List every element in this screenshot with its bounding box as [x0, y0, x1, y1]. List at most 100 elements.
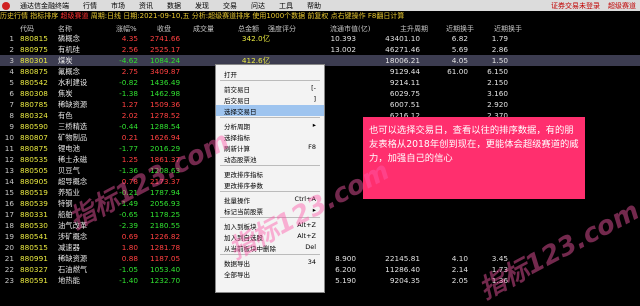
stock-name: 锂电池 [58, 144, 80, 153]
close-price: 3409.87 [150, 67, 181, 76]
row-index: 22 [4, 265, 14, 274]
row-index: 16 [4, 199, 14, 208]
turnover: 3.160 [487, 89, 508, 98]
float-cap: 6029.75 [389, 89, 420, 98]
change-percent: 0.88 [121, 254, 138, 263]
change-percent: -0.82 [119, 78, 138, 87]
stock-name: 煤炭 [58, 56, 73, 65]
menu-trade[interactable]: 交易 [216, 1, 244, 11]
stock-code: 880539 [20, 199, 48, 208]
login-status-link[interactable]: 证券交易未登录 [547, 1, 604, 11]
stock-code: 880815 [20, 34, 48, 43]
super-track-link[interactable]: 超级赛道 [604, 1, 640, 11]
menu-item-shortcut: 34 [307, 258, 316, 266]
stock-code: 880331 [20, 210, 48, 219]
turnover: 6.150 [487, 67, 508, 76]
close-price: 1053.40 [150, 265, 181, 274]
menu-ask[interactable]: 问达 [244, 1, 272, 11]
main-cycle: 6.82 [451, 34, 468, 43]
stock-name: 稀缺资源 [58, 254, 88, 263]
menu-help[interactable]: 帮助 [300, 1, 328, 11]
turnover: 1.50 [491, 56, 508, 65]
menu-item-label: 选择交易日 [224, 108, 257, 116]
menu-item-label: 更改排序指标 [224, 171, 263, 179]
table-header: 代码 名称 涨幅% 收盘 成交量 总金额 强度评分 流通市值(亿) 主升周期 近… [0, 22, 640, 33]
close-price: 1178.25 [150, 210, 181, 219]
row-index: 14 [4, 177, 14, 186]
change-percent: 2.02 [121, 111, 138, 120]
menu-separator [220, 165, 320, 166]
context-menu-item[interactable]: 选择指标 [216, 131, 324, 142]
row-index: 19 [4, 232, 14, 241]
stock-code: 880530 [20, 221, 48, 230]
menu-item-label: 后交易日 [224, 97, 250, 105]
menu-separator [220, 117, 320, 118]
menu-item-label: 打开 [224, 71, 237, 79]
turnover: 2.920 [487, 100, 508, 109]
row-index: 3 [9, 56, 14, 65]
float-cap: 9214.11 [389, 78, 420, 87]
table-row[interactable]: 2 880975 有机硅 2.56 2525.17 13.002 46271.46 5.69 2… [0, 44, 640, 55]
row-index: 1 [9, 34, 14, 43]
menu-item-shortcut: ▸ [312, 121, 316, 129]
menu-discover[interactable]: 发现 [188, 1, 216, 11]
row-index: 4 [9, 67, 14, 76]
menu-quotes[interactable]: 行情 [76, 1, 104, 11]
row-index: 2 [9, 45, 14, 54]
row-index: 11 [4, 144, 14, 153]
context-menu-item[interactable]: 选择交易日 [216, 105, 324, 116]
close-price: 1509.36 [150, 100, 181, 109]
row-index: 17 [4, 210, 14, 219]
main-cycle: 4.05 [451, 56, 468, 65]
main-cycle: 5.69 [451, 45, 468, 54]
table-row[interactable]: 1 880815 磷概念 4.35 2741.66 342.0亿 10.393 43401.1… [0, 33, 640, 44]
row-index: 20 [4, 243, 14, 252]
stock-code: 880591 [20, 276, 48, 285]
stock-name: 氟概念 [58, 67, 80, 76]
app-title: 通达信金融终端 [20, 1, 69, 10]
close-price: 2741.66 [150, 34, 181, 43]
menu-tools[interactable]: 工具 [272, 1, 300, 11]
menu-item-shortcut: F8 [308, 143, 316, 151]
float-cap: 11286.40 [385, 265, 420, 274]
context-menu: 打开 前交易日 [- 后交易日] 选择交易日 分析周期 ▸ 选择指标 刷新计算 F8 动态股票池 更改… [215, 64, 325, 293]
context-menu-item[interactable]: 后交易日] [216, 94, 324, 105]
stock-code: 880505 [20, 166, 48, 175]
stock-code: 880541 [20, 232, 48, 241]
float-cap: 9204.35 [389, 276, 420, 285]
row-index: 23 [4, 276, 14, 285]
row-index: 15 [4, 188, 14, 197]
title-highlight: 超级赛道 [60, 12, 89, 20]
context-menu-item[interactable]: 前交易日 [- [216, 83, 324, 94]
menu-market[interactable]: 市场 [104, 1, 132, 11]
stock-name: 超导概念 [58, 177, 88, 186]
menu-item-shortcut: ] [313, 95, 316, 103]
context-menu-item[interactable]: 数据导出 34 [216, 257, 324, 268]
menu-item-label: 全部导出 [224, 271, 250, 279]
context-menu-item[interactable]: 更改排序指标 [216, 168, 324, 179]
menu-data[interactable]: 数据 [160, 1, 188, 11]
change-percent: -2.39 [119, 221, 138, 230]
context-menu-item[interactable]: 打开 [216, 68, 324, 79]
change-percent: 0.21 [121, 133, 138, 142]
change-percent: 4.35 [121, 34, 138, 43]
close-price: 1462.98 [150, 89, 181, 98]
context-menu-item[interactable]: 全部导出 [216, 268, 324, 279]
menu-item-label: 分析周期 [224, 123, 250, 131]
stock-code: 880542 [20, 78, 48, 87]
row-index: 9 [9, 122, 14, 131]
menu-item-label: 更改排序参数 [224, 182, 263, 190]
change-percent: -4.62 [119, 56, 138, 65]
context-menu-item[interactable]: 分析周期 ▸ [216, 120, 324, 131]
app-logo-icon [2, 1, 10, 10]
menu-news[interactable]: 资讯 [132, 1, 160, 11]
row-index: 10 [4, 133, 14, 142]
main-cycle: 2.05 [451, 276, 468, 285]
total-amount: 342.0亿 [241, 34, 270, 43]
row-index: 5 [9, 78, 14, 87]
stock-name: 磷概念 [58, 34, 80, 43]
close-price: 1626.94 [150, 133, 181, 142]
row-index: 13 [4, 166, 14, 175]
stock-name: 石油燃气 [58, 265, 88, 274]
stock-name: 稀缺资源 [58, 100, 88, 109]
